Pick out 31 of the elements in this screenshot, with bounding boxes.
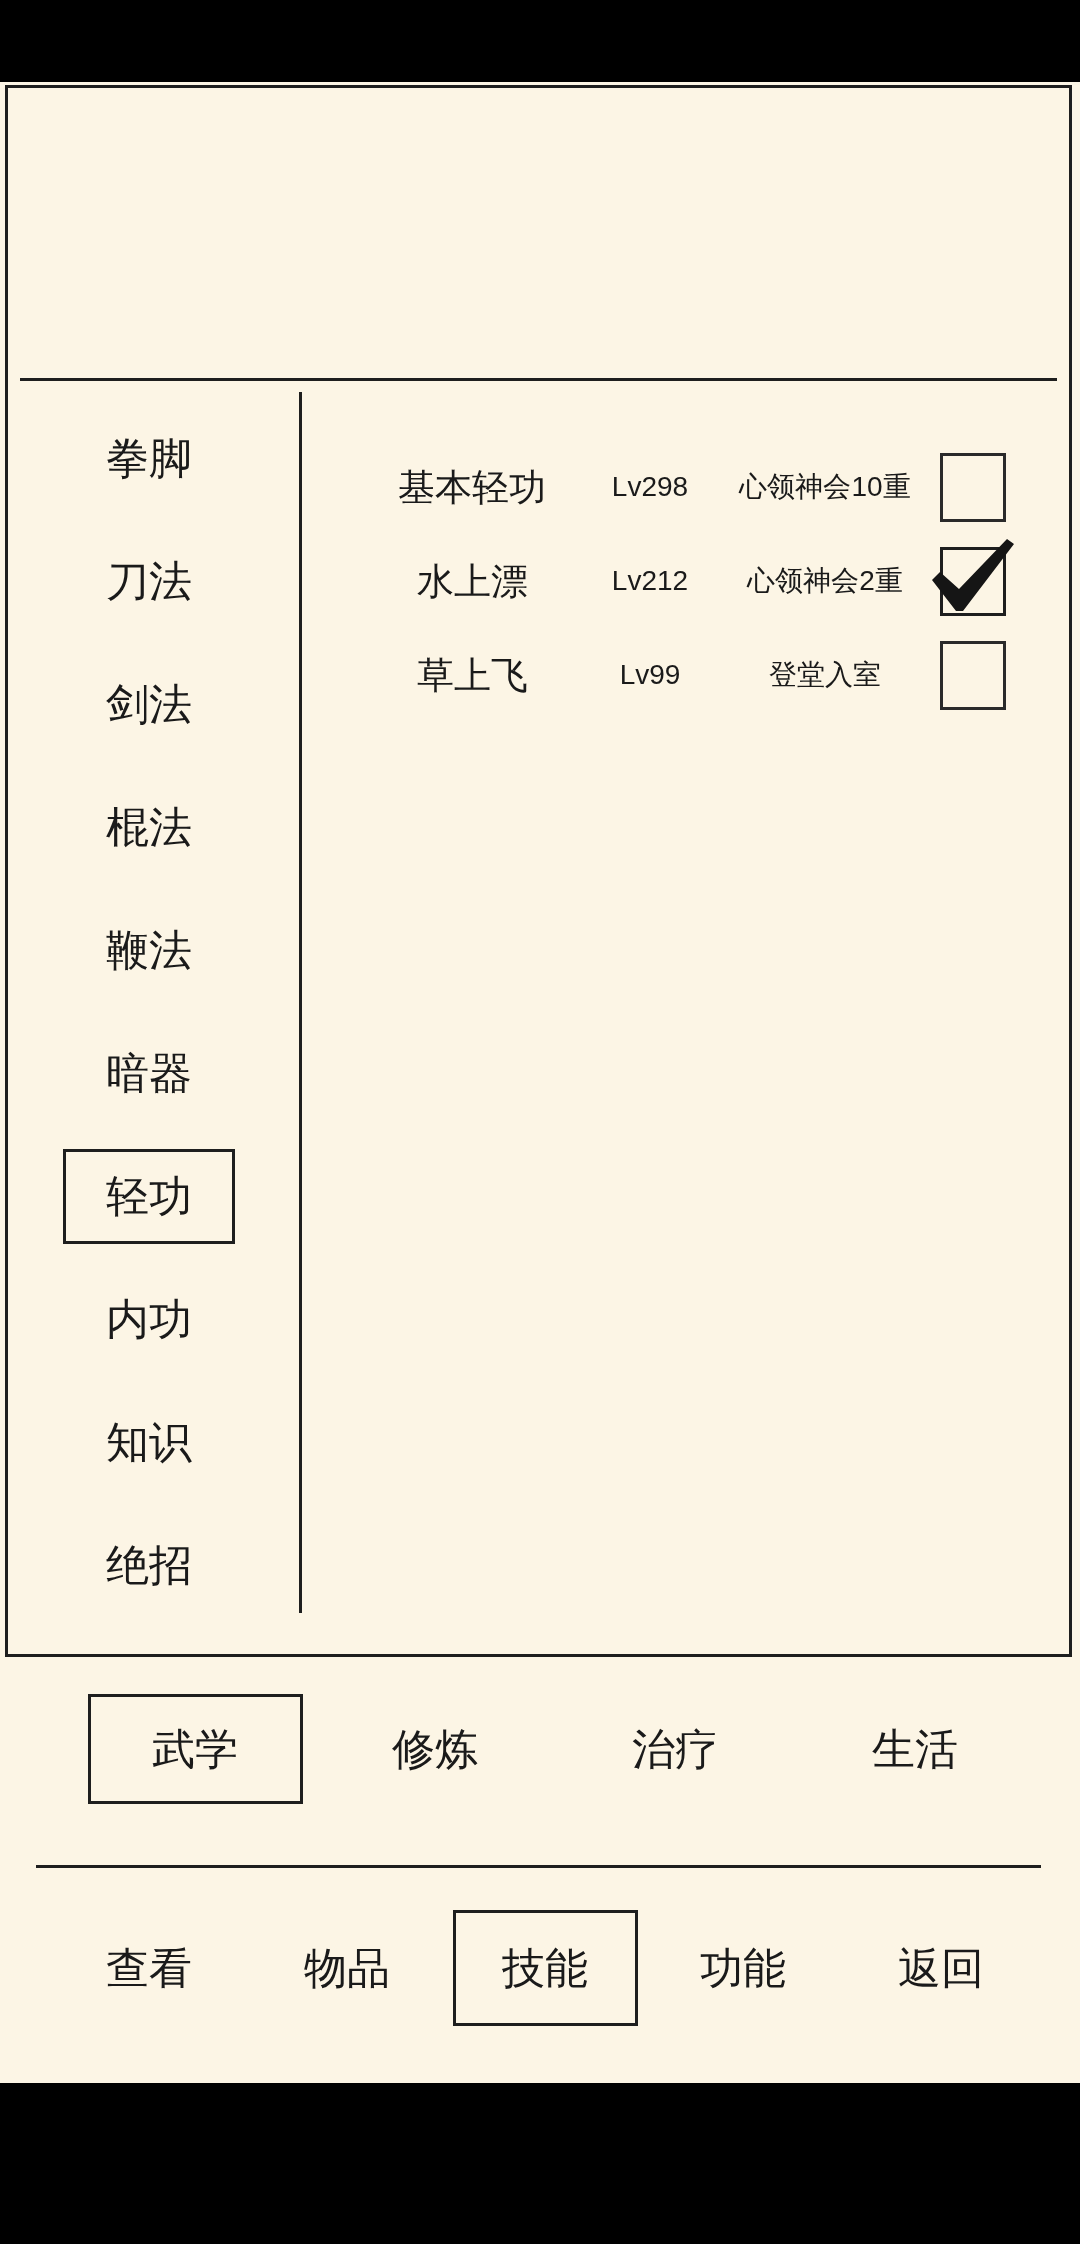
nav-button[interactable]: 技能 xyxy=(452,1910,638,2026)
nav-button[interactable]: 物品 xyxy=(254,1910,440,2026)
nav-button[interactable]: 返回 xyxy=(848,1910,1034,2026)
checkmark-icon xyxy=(932,538,1014,611)
section-tab[interactable]: 治疗 xyxy=(567,1694,783,1804)
category-tab[interactable]: 拳脚 xyxy=(63,411,235,506)
checkbox[interactable] xyxy=(940,452,1006,522)
checkbox[interactable] xyxy=(940,640,1006,710)
section-tab[interactable]: 修炼 xyxy=(327,1694,543,1804)
category-tab[interactable]: 绝招 xyxy=(63,1518,235,1613)
section-tab[interactable]: 武学 xyxy=(87,1694,303,1804)
skill-name: 水上漂 xyxy=(416,562,528,600)
skill-rank: 心领神会2重 xyxy=(747,567,903,595)
skill-level: Lv212 xyxy=(611,567,689,595)
skill-rank: 心领神会10重 xyxy=(739,473,911,501)
category-tab[interactable]: 棍法 xyxy=(63,780,235,875)
skill-name: 草上飞 xyxy=(416,656,528,694)
nav-button[interactable]: 功能 xyxy=(650,1910,836,2026)
skill-name: 基本轻功 xyxy=(398,468,546,506)
category-tab[interactable]: 轻功 xyxy=(63,1149,235,1244)
section-tab[interactable]: 生活 xyxy=(807,1694,1023,1804)
category-tab[interactable]: 刀法 xyxy=(63,534,235,629)
category-tab[interactable]: 剑法 xyxy=(63,657,235,752)
category-tab[interactable]: 知识 xyxy=(63,1395,235,1490)
skill-level: Lv99 xyxy=(619,661,681,689)
category-tab[interactable]: 暗器 xyxy=(63,1026,235,1121)
nav-button[interactable]: 查看 xyxy=(56,1910,242,2026)
skill-rank: 登堂入室 xyxy=(769,661,881,689)
skill-level: Lv298 xyxy=(611,473,689,501)
category-tab[interactable]: 鞭法 xyxy=(63,903,235,998)
category-tab[interactable]: 内功 xyxy=(63,1272,235,1367)
